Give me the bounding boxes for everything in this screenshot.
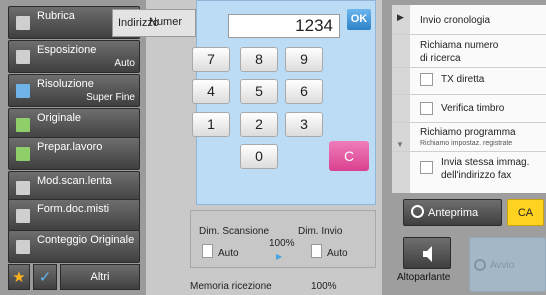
key-7[interactable]: 7 <box>192 47 230 72</box>
speaker-button[interactable] <box>403 237 451 269</box>
ratio-value: 100% <box>269 238 295 249</box>
sidebar-item-label: Originale <box>37 112 82 124</box>
document-icon <box>202 244 213 258</box>
recall-program-sub: Richiamo impostaz. registrate <box>420 140 513 147</box>
preview-button[interactable]: Anteprima <box>403 199 502 226</box>
number-display-value: 1234 <box>295 16 333 35</box>
checkmark-icon: ✓ <box>38 269 52 286</box>
key-7-label: 7 <box>207 51 215 67</box>
scan-size-value: Auto <box>218 248 239 259</box>
start-label: Avvio <box>490 260 515 271</box>
key-4[interactable]: 4 <box>192 79 230 104</box>
key-2[interactable]: 2 <box>240 112 278 137</box>
tx-direct-label: TX diretta <box>441 74 485 85</box>
key-9[interactable]: 9 <box>285 47 323 72</box>
send-size-label: Dim. Invio <box>298 226 343 237</box>
key-5-label: 5 <box>255 83 263 99</box>
scroll-down-icon[interactable]: ▼ <box>396 140 404 149</box>
check-button[interactable]: ✓ <box>33 264 57 290</box>
sidebar-item-label: Rubrica <box>37 10 75 22</box>
resolution-icon <box>16 84 30 98</box>
preview-label: Anteprima <box>428 207 479 219</box>
key-2-label: 2 <box>255 116 263 132</box>
key-0[interactable]: 0 <box>240 144 278 169</box>
speaker-label: Altoparlante <box>397 272 451 283</box>
key-8[interactable]: 8 <box>240 47 278 72</box>
divider <box>392 67 546 68</box>
sidebar-item-label: Mod.scan.lenta <box>37 175 112 187</box>
favorite-button[interactable]: ★ <box>8 264 30 290</box>
sidebar-item-prepar-lavoro[interactable]: Prepar.lavoro <box>8 137 140 170</box>
recall-program-item[interactable]: Richiamo programma <box>420 127 516 138</box>
divider <box>392 34 546 35</box>
other-button[interactable]: Altri <box>60 264 140 290</box>
send-size-value: Auto <box>327 248 348 259</box>
key-5[interactable]: 5 <box>240 79 278 104</box>
key-8-label: 8 <box>255 51 263 67</box>
sidebar-item-label: Conteggio Originale <box>37 234 135 246</box>
send-same-image-label: Invia stessa immag. dell'indirizzo fax <box>441 157 530 181</box>
sidebar-item-label: Prepar.lavoro <box>37 141 103 153</box>
recall-number-item[interactable]: Richiama numero di ricerca <box>420 39 498 65</box>
key-4-label: 4 <box>207 83 215 99</box>
ok-button[interactable]: OK <box>347 9 371 30</box>
sidebar-item-value: Auto <box>114 58 135 69</box>
send-same-image-checkbox[interactable] <box>420 161 433 174</box>
original-icon <box>16 118 30 132</box>
sidebar-item-form-doc-misti[interactable]: Form.doc.misti <box>8 199 140 232</box>
other-label: Altri <box>90 271 110 283</box>
mixed-docs-icon <box>16 209 30 223</box>
sidebar-item-label: Esposizione <box>37 44 97 56</box>
number-field[interactable]: Numer <box>145 9 195 37</box>
ok-label: OK <box>350 13 368 25</box>
sidebar-item-label: Risoluzione <box>37 78 94 90</box>
key-3[interactable]: 3 <box>285 112 323 137</box>
clear-label: C <box>343 148 355 164</box>
key-1[interactable]: 1 <box>192 112 230 137</box>
collapse-arrow-icon[interactable]: ▶ <box>397 12 404 23</box>
number-display: 1234 <box>228 14 340 38</box>
key-3-label: 3 <box>300 116 308 132</box>
divider <box>392 94 546 95</box>
exposure-icon <box>16 50 30 64</box>
send-history-item[interactable]: Invio cronologia <box>420 15 490 26</box>
verify-stamp-label: Verifica timbro <box>441 103 505 114</box>
memory-label: Memoria ricezione <box>190 281 272 292</box>
job-build-icon <box>16 147 30 161</box>
sidebar-item-conteggio-originale[interactable]: Conteggio Originale <box>8 230 140 263</box>
sidebar-item-label: Form.doc.misti <box>37 203 110 215</box>
sidebar-item-value: Super Fine <box>86 92 135 103</box>
divider <box>392 151 546 152</box>
key-9-label: 9 <box>300 51 308 67</box>
start-button[interactable]: Avvio <box>469 237 546 292</box>
key-6-label: 6 <box>300 83 308 99</box>
verify-stamp-checkbox[interactable] <box>420 102 433 115</box>
speaker-icon <box>423 246 432 262</box>
number-label: Numer <box>149 16 183 28</box>
sidebar-item-risoluzione[interactable]: Risoluzione Super Fine <box>8 74 140 107</box>
arrow-right-icon: ▶ <box>276 252 283 261</box>
address-book-icon <box>16 16 30 30</box>
start-icon <box>474 259 486 271</box>
divider <box>392 122 546 123</box>
key-1-label: 1 <box>207 116 215 132</box>
tx-direct-checkbox[interactable] <box>420 73 433 86</box>
ca-label: CA <box>517 207 534 219</box>
counter-icon <box>16 240 30 254</box>
preview-icon <box>411 205 424 218</box>
ca-button[interactable]: CA <box>507 199 544 226</box>
memory-value: 100% <box>311 281 337 292</box>
slow-scan-icon <box>16 181 30 195</box>
clear-button[interactable]: C <box>329 141 369 171</box>
key-0-label: 0 <box>255 148 263 164</box>
scan-size-label: Dim. Scansione <box>199 226 270 237</box>
star-icon: ★ <box>12 269 26 286</box>
document-icon <box>311 244 322 258</box>
key-6[interactable]: 6 <box>285 79 323 104</box>
sidebar-item-esposizione[interactable]: Esposizione Auto <box>8 40 140 73</box>
